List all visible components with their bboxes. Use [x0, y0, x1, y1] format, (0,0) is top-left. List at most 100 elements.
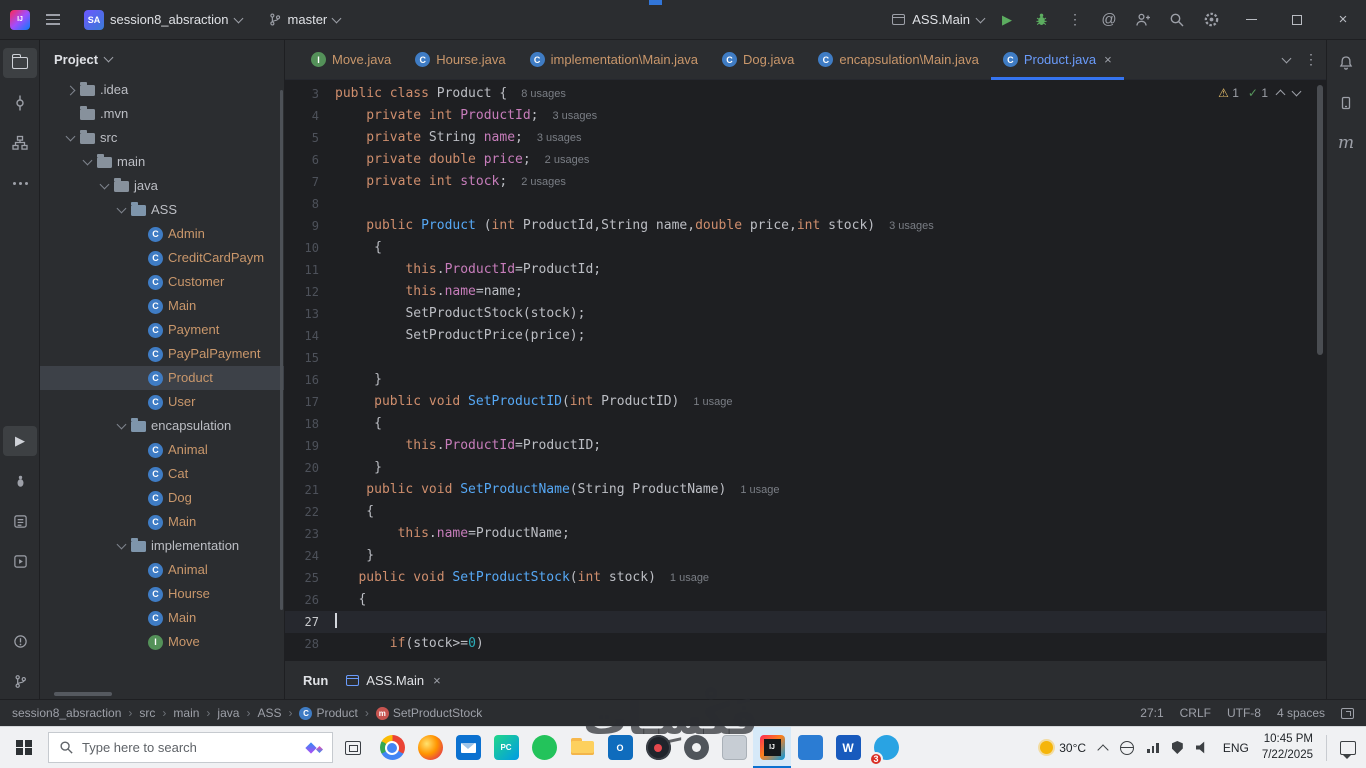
- taskbar-app-intellij-idea[interactable]: [753, 727, 791, 768]
- problems-tool-window-button[interactable]: [3, 626, 37, 656]
- todo-tool-window-button[interactable]: [3, 506, 37, 536]
- close-icon[interactable]: ×: [433, 673, 441, 688]
- editor-scrollbar[interactable]: [1317, 85, 1323, 355]
- usages-hint[interactable]: 1 usage: [693, 396, 732, 408]
- code-line[interactable]: 21 public void SetProductName(String Prod…: [285, 479, 1326, 501]
- network-globe-icon[interactable]: [1120, 740, 1135, 755]
- project-tree-item[interactable]: C PayPalPayment: [40, 342, 284, 366]
- code-line[interactable]: 11 this.ProductId=ProductId;: [285, 259, 1326, 281]
- code-line[interactable]: 20}: [285, 457, 1326, 479]
- project-tree-item[interactable]: C Customer: [40, 270, 284, 294]
- detach-icon[interactable]: [1341, 707, 1354, 719]
- project-tree-item[interactable]: implementation: [40, 534, 284, 558]
- code-line[interactable]: 24}: [285, 545, 1326, 567]
- code-line[interactable]: 3 public class Product {8 usages: [285, 83, 1326, 105]
- line-number[interactable]: 27: [285, 611, 335, 633]
- line-number[interactable]: 22: [285, 501, 335, 523]
- caret-position[interactable]: 27:1: [1140, 706, 1163, 720]
- project-tree-item[interactable]: C Cat: [40, 462, 284, 486]
- code-line[interactable]: 19 this.ProductId=ProductID;: [285, 435, 1326, 457]
- volume-icon[interactable]: [1195, 741, 1205, 754]
- breadcrumb-item[interactable]: session8_absraction: [12, 706, 121, 720]
- clock[interactable]: 10:45 PM 7/22/2025: [1262, 732, 1313, 763]
- project-tree-item[interactable]: C Animal: [40, 558, 284, 582]
- minimize-button[interactable]: [1228, 0, 1274, 40]
- code-line[interactable]: 23 this.name=ProductName;: [285, 523, 1326, 545]
- project-panel-header[interactable]: Project: [40, 40, 284, 78]
- run-tab[interactable]: ASS.Main ×: [346, 673, 441, 688]
- taskbar-app-pycharm[interactable]: PC: [487, 727, 525, 768]
- breadcrumb-item[interactable]: m SetProductStock: [375, 706, 482, 720]
- terminal-tool-window-button[interactable]: [3, 586, 37, 616]
- version-control-tool-button[interactable]: [3, 666, 37, 696]
- project-tree-item[interactable]: C User: [40, 390, 284, 414]
- project-tree-item[interactable]: C Main: [40, 294, 284, 318]
- line-number[interactable]: 13: [285, 303, 335, 325]
- taskbar-app-word[interactable]: W: [829, 727, 867, 768]
- notifications-button[interactable]: [1329, 48, 1363, 78]
- breadcrumb-item[interactable]: java: [217, 706, 239, 720]
- taskbar-app-blue-app[interactable]: [791, 727, 829, 768]
- project-selector[interactable]: SA session8_absraction: [76, 6, 250, 34]
- line-number[interactable]: 24: [285, 545, 335, 567]
- tree-chevron-icon[interactable]: [63, 85, 78, 95]
- action-center-icon[interactable]: [1340, 740, 1356, 759]
- more-actions-button[interactable]: ⋮: [1058, 5, 1092, 35]
- line-number[interactable]: 17: [285, 391, 335, 413]
- run-configuration-selector[interactable]: ASS.Main: [892, 12, 986, 27]
- project-tree-item[interactable]: src: [40, 126, 284, 150]
- tree-chevron-icon[interactable]: [114, 539, 129, 550]
- line-number[interactable]: 4: [285, 105, 335, 127]
- previous-problem-icon[interactable]: [1275, 89, 1286, 100]
- editor-tab[interactable]: C Product.java ×: [990, 40, 1124, 80]
- project-tree-item[interactable]: C Hourse: [40, 582, 284, 606]
- project-tree-item[interactable]: C Main: [40, 606, 284, 630]
- usages-hint[interactable]: 1 usage: [740, 484, 779, 496]
- code-line[interactable]: 8: [285, 193, 1326, 215]
- tab-close-icon[interactable]: ×: [1104, 52, 1112, 67]
- line-number[interactable]: 3: [285, 83, 335, 105]
- breadcrumb-item[interactable]: C Product: [299, 706, 358, 720]
- project-tree-item[interactable]: C Payment: [40, 318, 284, 342]
- tree-chevron-icon[interactable]: [114, 203, 129, 214]
- taskbar-app-gray-app[interactable]: [715, 727, 753, 768]
- project-tree-item[interactable]: C Animal: [40, 438, 284, 462]
- editor-tab[interactable]: C Hourse.java: [403, 40, 517, 79]
- code-line[interactable]: 9 public Product (int ProductId,String na…: [285, 215, 1326, 237]
- project-tree-item[interactable]: ASS: [40, 198, 284, 222]
- taskbar-search[interactable]: Type here to search: [48, 732, 333, 763]
- taskbar-app-green-app[interactable]: [525, 727, 563, 768]
- line-number[interactable]: 9: [285, 215, 335, 237]
- taskbar-app-mail[interactable]: [449, 727, 487, 768]
- line-number[interactable]: 20: [285, 457, 335, 479]
- taskbar-app-file-explorer[interactable]: [563, 727, 601, 768]
- line-number[interactable]: 16: [285, 369, 335, 391]
- main-menu-button[interactable]: [40, 7, 66, 33]
- code-line[interactable]: 28 if(stock>=0): [285, 633, 1326, 655]
- usages-hint[interactable]: 2 usages: [545, 154, 590, 166]
- line-number[interactable]: 10: [285, 237, 335, 259]
- code-line[interactable]: 13 SetProductStock(stock);: [285, 303, 1326, 325]
- line-number[interactable]: 18: [285, 413, 335, 435]
- line-number[interactable]: 28: [285, 633, 335, 655]
- project-tree-item[interactable]: C CreditCardPaym: [40, 246, 284, 270]
- run-button[interactable]: ▶: [990, 5, 1024, 35]
- hidden-tabs-icon[interactable]: [1281, 53, 1292, 63]
- taskbar-app-outlook[interactable]: O: [601, 727, 639, 768]
- taskbar-app-chat[interactable]: 3: [867, 727, 905, 768]
- indent-setting[interactable]: 4 spaces: [1277, 706, 1325, 720]
- project-tree-item[interactable]: java: [40, 174, 284, 198]
- code-with-me-button[interactable]: @: [1092, 5, 1126, 35]
- project-tree-item[interactable]: .idea: [40, 78, 284, 102]
- usages-hint[interactable]: 3 usages: [553, 110, 598, 122]
- code-line[interactable]: 5 private String name; 3 usages: [285, 127, 1326, 149]
- line-number[interactable]: 7: [285, 171, 335, 193]
- project-tree-item[interactable]: encapsulation: [40, 414, 284, 438]
- usages-hint[interactable]: 8 usages: [521, 88, 566, 100]
- file-encoding[interactable]: UTF-8: [1227, 706, 1261, 720]
- tree-chevron-icon[interactable]: [114, 419, 129, 430]
- code-line[interactable]: 18{: [285, 413, 1326, 435]
- taskbar-app-settings[interactable]: [677, 727, 715, 768]
- taskbar-app-recorder[interactable]: [639, 727, 677, 768]
- line-number[interactable]: 8: [285, 193, 335, 215]
